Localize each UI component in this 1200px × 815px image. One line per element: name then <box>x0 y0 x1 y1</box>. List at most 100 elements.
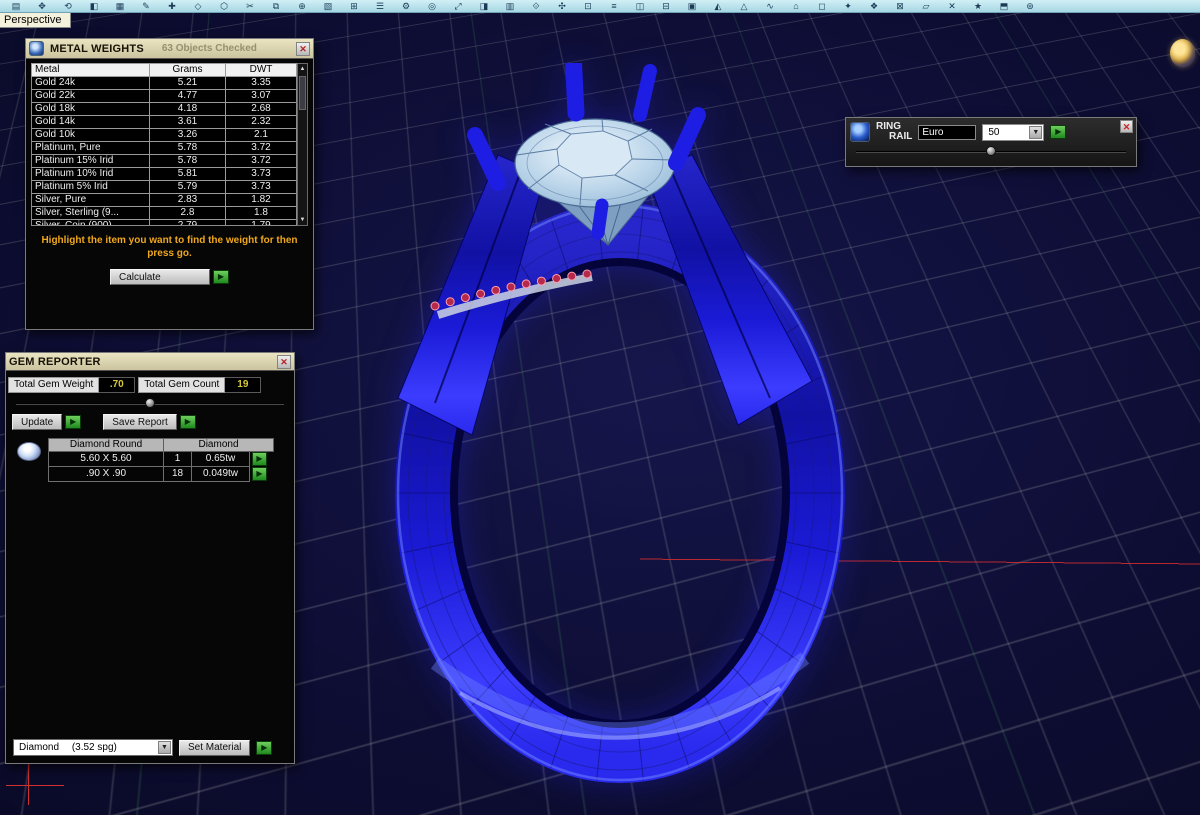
ring-model[interactable] <box>340 63 880 803</box>
set-material-go-icon[interactable]: ▶ <box>256 741 272 755</box>
slider-knob[interactable] <box>145 398 155 408</box>
update-go-icon[interactable]: ▶ <box>65 415 81 429</box>
dropdown-icon[interactable]: ▼ <box>158 741 171 754</box>
metal-row[interactable]: Gold 22k 4.77 3.07 <box>32 90 296 103</box>
metal-row[interactable]: Silver, Sterling (9... 2.8 1.8 <box>32 207 296 220</box>
metal-row[interactable]: Silver, Pure 2.83 1.82 <box>32 194 296 207</box>
toolbar-icon[interactable]: ▱ <box>913 0 939 12</box>
toolbar-icon[interactable]: ⟲ <box>55 0 81 12</box>
toolbar-icon[interactable]: ▧ <box>315 0 341 12</box>
toolbar-icon[interactable]: ✚ <box>159 0 185 12</box>
toolbar-icon[interactable]: ⬒ <box>991 0 1017 12</box>
top-toolbar: ▤ ✥ ⟲ ◧ ▦ ✎ ✚ ◇ ⬡ ✂ ⧉ ⊕ ▧ ⊞ ☰ ⚙ ◎ ⤢ ◨ ▥ ⟐ ✣ ⊡ ≡ ◫ ⊟ ▣ ◭ △ ∿ ⌂ ◻ ✦ ❖ ⊠ ▱ ✕ ★ ⬒ ⊛ <box>0 0 1200 13</box>
update-button[interactable]: Update <box>12 414 62 430</box>
viewport-tab[interactable]: Perspective <box>0 13 71 28</box>
toolbar-icon[interactable]: ⧉ <box>263 0 289 12</box>
rail-style-input[interactable] <box>918 125 976 140</box>
toolbar-icon[interactable]: ★ <box>965 0 991 12</box>
toolbar-icon[interactable]: △ <box>731 0 757 12</box>
toolbar-icon[interactable]: ✣ <box>549 0 575 12</box>
toolbar-icon[interactable]: ◧ <box>81 0 107 12</box>
close-icon[interactable]: ✕ <box>277 355 291 369</box>
rail-slider[interactable] <box>856 145 1126 159</box>
scroll-thumb[interactable] <box>299 76 306 110</box>
ring-rail-title-line2: RAIL <box>889 132 912 142</box>
metal-weights-header[interactable]: METAL WEIGHTS 63 Objects Checked ✕ <box>26 39 313 59</box>
toolbar-icon[interactable]: ⊠ <box>887 0 913 12</box>
toolbar-icon[interactable]: ⤢ <box>445 0 471 12</box>
toolbar-icon[interactable]: ⊡ <box>575 0 601 12</box>
metal-row[interactable]: Platinum, Pure 5.78 3.72 <box>32 142 296 155</box>
gem-table-header: Diamond Round Diamond <box>48 438 290 452</box>
toolbar-icon[interactable]: ⊟ <box>653 0 679 12</box>
cell: 3.72 <box>226 155 296 167</box>
gem-slider[interactable] <box>16 397 284 410</box>
toolbar-icon[interactable]: ⟐ <box>523 0 549 12</box>
toolbar-icon[interactable]: ∿ <box>757 0 783 12</box>
toolbar-icon[interactable]: ◇ <box>185 0 211 12</box>
rail-size-select[interactable]: 50 ▼ <box>982 124 1044 141</box>
toolbar-icon[interactable]: ✥ <box>29 0 55 12</box>
toolbar-icon[interactable]: ≡ <box>601 0 627 12</box>
metal-row[interactable]: Silver, Coin (900) 2.79 1.79 <box>32 220 296 226</box>
cell: 3.72 <box>226 142 296 154</box>
toolbar-icon[interactable]: ⚙ <box>393 0 419 12</box>
toolbar-icon[interactable]: ◻ <box>809 0 835 12</box>
column-header-metal[interactable]: Metal <box>32 64 150 76</box>
rail-go-icon[interactable]: ▶ <box>1050 125 1066 139</box>
gem-row[interactable]: .90 X .90 18 0.049tw ▶ <box>48 467 290 482</box>
metal-row[interactable]: Gold 24k 5.21 3.35 <box>32 77 296 90</box>
set-material-button[interactable]: Set Material <box>179 740 250 756</box>
toolbar-icon[interactable]: ✂ <box>237 0 263 12</box>
metal-row[interactable]: Gold 14k 3.61 2.32 <box>32 116 296 129</box>
cell: 0.049tw <box>192 467 250 482</box>
calculate-button[interactable]: Calculate <box>110 269 210 285</box>
cell: 5.21 <box>150 77 226 89</box>
toolbar-icon[interactable]: ☰ <box>367 0 393 12</box>
save-report-button[interactable]: Save Report <box>103 414 177 430</box>
toolbar-icon[interactable]: ⌂ <box>783 0 809 12</box>
toolbar-icon[interactable]: ▦ <box>107 0 133 12</box>
ring-rail-panel: ✕ RING RAIL 50 ▼ ▶ <box>845 117 1137 167</box>
scroll-down-icon[interactable]: ▼ <box>298 215 307 225</box>
toolbar-icon[interactable]: ⊕ <box>289 0 315 12</box>
go-icon[interactable]: ▶ <box>252 452 267 466</box>
calculate-go-icon[interactable]: ▶ <box>213 270 229 284</box>
metal-row[interactable]: Platinum 10% Irid 5.81 3.73 <box>32 168 296 181</box>
gem-reporter-header[interactable]: GEM REPORTER ✕ <box>6 353 294 371</box>
gem-row[interactable]: 5.60 X 5.60 1 0.65tw ▶ <box>48 452 290 467</box>
toolbar-icon[interactable]: ⊛ <box>1017 0 1043 12</box>
gem-totals: Total Gem Weight .70 Total Gem Count 19 <box>8 377 292 393</box>
metal-row[interactable]: Platinum 5% Irid 5.79 3.73 <box>32 181 296 194</box>
toolbar-icon[interactable]: ▣ <box>679 0 705 12</box>
close-icon[interactable]: ✕ <box>1120 120 1133 133</box>
go-icon[interactable]: ▶ <box>252 467 267 481</box>
toolbar-icon[interactable]: ✎ <box>133 0 159 12</box>
toolbar-icon[interactable]: ◨ <box>471 0 497 12</box>
toolbar-icon[interactable]: ▥ <box>497 0 523 12</box>
toolbar-icon[interactable]: ◭ <box>705 0 731 12</box>
close-icon[interactable]: ✕ <box>296 42 310 56</box>
metal-row[interactable]: Gold 18k 4.18 2.68 <box>32 103 296 116</box>
metal-row[interactable]: Gold 10k 3.26 2.1 <box>32 129 296 142</box>
dropdown-icon[interactable]: ▼ <box>1029 126 1042 139</box>
save-report-go-icon[interactable]: ▶ <box>180 415 196 429</box>
toolbar-icon[interactable]: ⊞ <box>341 0 367 12</box>
toolbar-icon[interactable]: ▤ <box>3 0 29 12</box>
scroll-up-icon[interactable]: ▲ <box>298 64 307 74</box>
toolbar-icon[interactable]: ✦ <box>835 0 861 12</box>
toolbar-icon[interactable]: ⬡ <box>211 0 237 12</box>
toolbar-icon[interactable]: ◎ <box>419 0 445 12</box>
toolbar-icon[interactable]: ◫ <box>627 0 653 12</box>
column-header-dwt[interactable]: DWT <box>226 64 296 76</box>
metal-row[interactable]: Platinum 15% Irid 5.78 3.72 <box>32 155 296 168</box>
toolbar-icon[interactable]: ❖ <box>861 0 887 12</box>
cell: 5.81 <box>150 168 226 180</box>
scrollbar[interactable]: ▲ ▼ <box>297 63 308 226</box>
toolbar-icon[interactable]: ✕ <box>939 0 965 12</box>
cell: 18 <box>164 467 192 482</box>
material-select[interactable]: Diamond (3.52 spg) ▼ <box>13 739 173 756</box>
toolbar-icon-strip: ▤ ✥ ⟲ ◧ ▦ ✎ ✚ ◇ ⬡ ✂ ⧉ ⊕ ▧ ⊞ ☰ ⚙ ◎ ⤢ ◨ ▥ ⟐ ✣ ⊡ ≡ ◫ ⊟ ▣ ◭ △ ∿ ⌂ ◻ ✦ ❖ ⊠ ▱ ✕ ★ ⬒ ⊛ <box>3 0 1043 12</box>
column-header-grams[interactable]: Grams <box>150 64 226 76</box>
slider-knob[interactable] <box>986 146 996 156</box>
